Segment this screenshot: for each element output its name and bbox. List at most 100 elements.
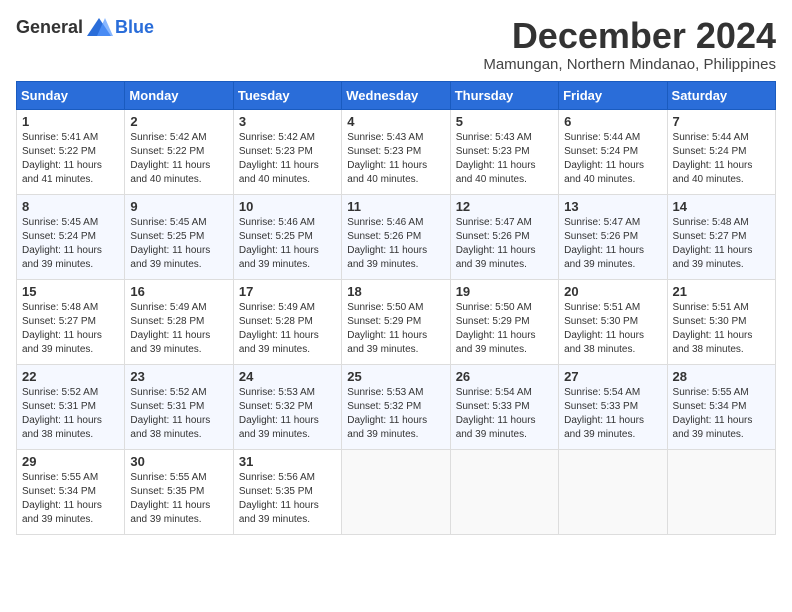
month-title: December 2024	[483, 16, 776, 56]
day-number: 2	[130, 114, 227, 129]
weekday-header-wednesday: Wednesday	[342, 81, 450, 109]
calendar-cell: 27 Sunrise: 5:54 AM Sunset: 5:33 PM Dayl…	[559, 364, 667, 449]
day-number: 21	[673, 284, 770, 299]
calendar-cell: 30 Sunrise: 5:55 AM Sunset: 5:35 PM Dayl…	[125, 449, 233, 534]
day-info: Sunrise: 5:42 AM Sunset: 5:23 PM Dayligh…	[239, 131, 336, 187]
calendar-table: SundayMondayTuesdayWednesdayThursdayFrid…	[16, 81, 776, 535]
calendar-cell: 17 Sunrise: 5:49 AM Sunset: 5:28 PM Dayl…	[233, 279, 341, 364]
calendar-cell: 20 Sunrise: 5:51 AM Sunset: 5:30 PM Dayl…	[559, 279, 667, 364]
calendar-cell	[559, 449, 667, 534]
calendar-cell: 25 Sunrise: 5:53 AM Sunset: 5:32 PM Dayl…	[342, 364, 450, 449]
calendar-cell: 10 Sunrise: 5:46 AM Sunset: 5:25 PM Dayl…	[233, 194, 341, 279]
calendar-cell: 6 Sunrise: 5:44 AM Sunset: 5:24 PM Dayli…	[559, 109, 667, 194]
day-number: 8	[22, 199, 119, 214]
day-number: 9	[130, 199, 227, 214]
day-info: Sunrise: 5:51 AM Sunset: 5:30 PM Dayligh…	[564, 301, 661, 357]
weekday-header-monday: Monday	[125, 81, 233, 109]
day-info: Sunrise: 5:50 AM Sunset: 5:29 PM Dayligh…	[347, 301, 444, 357]
calendar-cell: 26 Sunrise: 5:54 AM Sunset: 5:33 PM Dayl…	[450, 364, 558, 449]
calendar-cell: 13 Sunrise: 5:47 AM Sunset: 5:26 PM Dayl…	[559, 194, 667, 279]
calendar-cell: 23 Sunrise: 5:52 AM Sunset: 5:31 PM Dayl…	[125, 364, 233, 449]
day-number: 27	[564, 369, 661, 384]
day-number: 18	[347, 284, 444, 299]
day-info: Sunrise: 5:50 AM Sunset: 5:29 PM Dayligh…	[456, 301, 553, 357]
calendar-cell: 7 Sunrise: 5:44 AM Sunset: 5:24 PM Dayli…	[667, 109, 775, 194]
day-number: 4	[347, 114, 444, 129]
calendar-cell: 24 Sunrise: 5:53 AM Sunset: 5:32 PM Dayl…	[233, 364, 341, 449]
day-info: Sunrise: 5:41 AM Sunset: 5:22 PM Dayligh…	[22, 131, 119, 187]
calendar-cell: 4 Sunrise: 5:43 AM Sunset: 5:23 PM Dayli…	[342, 109, 450, 194]
day-number: 29	[22, 454, 119, 469]
day-info: Sunrise: 5:53 AM Sunset: 5:32 PM Dayligh…	[347, 386, 444, 442]
day-number: 22	[22, 369, 119, 384]
day-number: 6	[564, 114, 661, 129]
day-number: 3	[239, 114, 336, 129]
day-info: Sunrise: 5:43 AM Sunset: 5:23 PM Dayligh…	[347, 131, 444, 187]
day-number: 15	[22, 284, 119, 299]
day-info: Sunrise: 5:54 AM Sunset: 5:33 PM Dayligh…	[456, 386, 553, 442]
logo-general-text: General	[16, 17, 83, 38]
calendar-week-row-5: 29 Sunrise: 5:55 AM Sunset: 5:34 PM Dayl…	[17, 449, 776, 534]
day-info: Sunrise: 5:43 AM Sunset: 5:23 PM Dayligh…	[456, 131, 553, 187]
day-info: Sunrise: 5:45 AM Sunset: 5:24 PM Dayligh…	[22, 216, 119, 272]
calendar-cell: 16 Sunrise: 5:49 AM Sunset: 5:28 PM Dayl…	[125, 279, 233, 364]
calendar-cell: 29 Sunrise: 5:55 AM Sunset: 5:34 PM Dayl…	[17, 449, 125, 534]
day-info: Sunrise: 5:52 AM Sunset: 5:31 PM Dayligh…	[130, 386, 227, 442]
calendar-cell: 22 Sunrise: 5:52 AM Sunset: 5:31 PM Dayl…	[17, 364, 125, 449]
calendar-cell	[667, 449, 775, 534]
day-number: 1	[22, 114, 119, 129]
day-number: 28	[673, 369, 770, 384]
weekday-header-tuesday: Tuesday	[233, 81, 341, 109]
day-info: Sunrise: 5:44 AM Sunset: 5:24 PM Dayligh…	[673, 131, 770, 187]
day-info: Sunrise: 5:45 AM Sunset: 5:25 PM Dayligh…	[130, 216, 227, 272]
calendar-cell: 12 Sunrise: 5:47 AM Sunset: 5:26 PM Dayl…	[450, 194, 558, 279]
day-number: 16	[130, 284, 227, 299]
day-number: 24	[239, 369, 336, 384]
day-info: Sunrise: 5:48 AM Sunset: 5:27 PM Dayligh…	[22, 301, 119, 357]
day-info: Sunrise: 5:47 AM Sunset: 5:26 PM Dayligh…	[564, 216, 661, 272]
calendar-cell: 1 Sunrise: 5:41 AM Sunset: 5:22 PM Dayli…	[17, 109, 125, 194]
day-info: Sunrise: 5:51 AM Sunset: 5:30 PM Dayligh…	[673, 301, 770, 357]
logo-icon	[85, 16, 113, 38]
day-info: Sunrise: 5:52 AM Sunset: 5:31 PM Dayligh…	[22, 386, 119, 442]
logo-blue-text: Blue	[115, 17, 154, 38]
day-info: Sunrise: 5:44 AM Sunset: 5:24 PM Dayligh…	[564, 131, 661, 187]
day-info: Sunrise: 5:46 AM Sunset: 5:26 PM Dayligh…	[347, 216, 444, 272]
calendar-cell: 5 Sunrise: 5:43 AM Sunset: 5:23 PM Dayli…	[450, 109, 558, 194]
calendar-week-row-3: 15 Sunrise: 5:48 AM Sunset: 5:27 PM Dayl…	[17, 279, 776, 364]
calendar-cell: 9 Sunrise: 5:45 AM Sunset: 5:25 PM Dayli…	[125, 194, 233, 279]
calendar-cell: 14 Sunrise: 5:48 AM Sunset: 5:27 PM Dayl…	[667, 194, 775, 279]
day-info: Sunrise: 5:46 AM Sunset: 5:25 PM Dayligh…	[239, 216, 336, 272]
day-info: Sunrise: 5:55 AM Sunset: 5:35 PM Dayligh…	[130, 471, 227, 527]
day-info: Sunrise: 5:49 AM Sunset: 5:28 PM Dayligh…	[130, 301, 227, 357]
day-info: Sunrise: 5:56 AM Sunset: 5:35 PM Dayligh…	[239, 471, 336, 527]
weekday-header-saturday: Saturday	[667, 81, 775, 109]
day-number: 11	[347, 199, 444, 214]
day-number: 23	[130, 369, 227, 384]
day-number: 7	[673, 114, 770, 129]
calendar-week-row-4: 22 Sunrise: 5:52 AM Sunset: 5:31 PM Dayl…	[17, 364, 776, 449]
day-info: Sunrise: 5:54 AM Sunset: 5:33 PM Dayligh…	[564, 386, 661, 442]
calendar-cell: 15 Sunrise: 5:48 AM Sunset: 5:27 PM Dayl…	[17, 279, 125, 364]
calendar-cell: 8 Sunrise: 5:45 AM Sunset: 5:24 PM Dayli…	[17, 194, 125, 279]
calendar-cell: 18 Sunrise: 5:50 AM Sunset: 5:29 PM Dayl…	[342, 279, 450, 364]
day-number: 17	[239, 284, 336, 299]
calendar-week-row-2: 8 Sunrise: 5:45 AM Sunset: 5:24 PM Dayli…	[17, 194, 776, 279]
calendar-week-row-1: 1 Sunrise: 5:41 AM Sunset: 5:22 PM Dayli…	[17, 109, 776, 194]
day-number: 20	[564, 284, 661, 299]
calendar-header-row: SundayMondayTuesdayWednesdayThursdayFrid…	[17, 81, 776, 109]
day-number: 30	[130, 454, 227, 469]
day-number: 13	[564, 199, 661, 214]
page-header: General Blue December 2024 Mamungan, Nor…	[16, 16, 776, 73]
day-info: Sunrise: 5:55 AM Sunset: 5:34 PM Dayligh…	[22, 471, 119, 527]
day-number: 26	[456, 369, 553, 384]
weekday-header-friday: Friday	[559, 81, 667, 109]
logo: General Blue	[16, 16, 154, 38]
day-info: Sunrise: 5:48 AM Sunset: 5:27 PM Dayligh…	[673, 216, 770, 272]
calendar-cell: 28 Sunrise: 5:55 AM Sunset: 5:34 PM Dayl…	[667, 364, 775, 449]
weekday-header-thursday: Thursday	[450, 81, 558, 109]
calendar-cell: 11 Sunrise: 5:46 AM Sunset: 5:26 PM Dayl…	[342, 194, 450, 279]
day-number: 19	[456, 284, 553, 299]
calendar-cell	[450, 449, 558, 534]
location-title: Mamungan, Northern Mindanao, Philippines	[483, 56, 776, 73]
